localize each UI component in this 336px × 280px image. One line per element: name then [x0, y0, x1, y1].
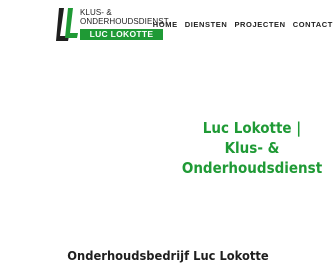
hero-title: Luc Lokotte | Klus- & Onderhoudsdienst	[181, 119, 323, 178]
logo-name-badge: LUC LOKOTTE	[80, 29, 163, 40]
main-nav: HOME DIENSTEN PROJECTEN CONTACT	[153, 20, 333, 29]
nav-item-projecten[interactable]: PROJECTEN	[234, 20, 285, 29]
nav-item-diensten[interactable]: DIENSTEN	[185, 20, 228, 29]
ll-logo-icon	[56, 8, 78, 41]
nav-item-contact[interactable]: CONTACT	[293, 20, 333, 29]
section-title: Onderhoudsbedrijf Luc Lokotte	[67, 248, 269, 264]
logo[interactable]: KLUS- & ONDERHOUDSDIENST LUC LOKOTTE	[56, 8, 169, 41]
logo-text-line1: KLUS- &	[80, 8, 112, 17]
site-header: KLUS- & ONDERHOUDSDIENST LUC LOKOTTE HOM…	[0, 0, 336, 48]
nav-item-home[interactable]: HOME	[153, 20, 178, 29]
